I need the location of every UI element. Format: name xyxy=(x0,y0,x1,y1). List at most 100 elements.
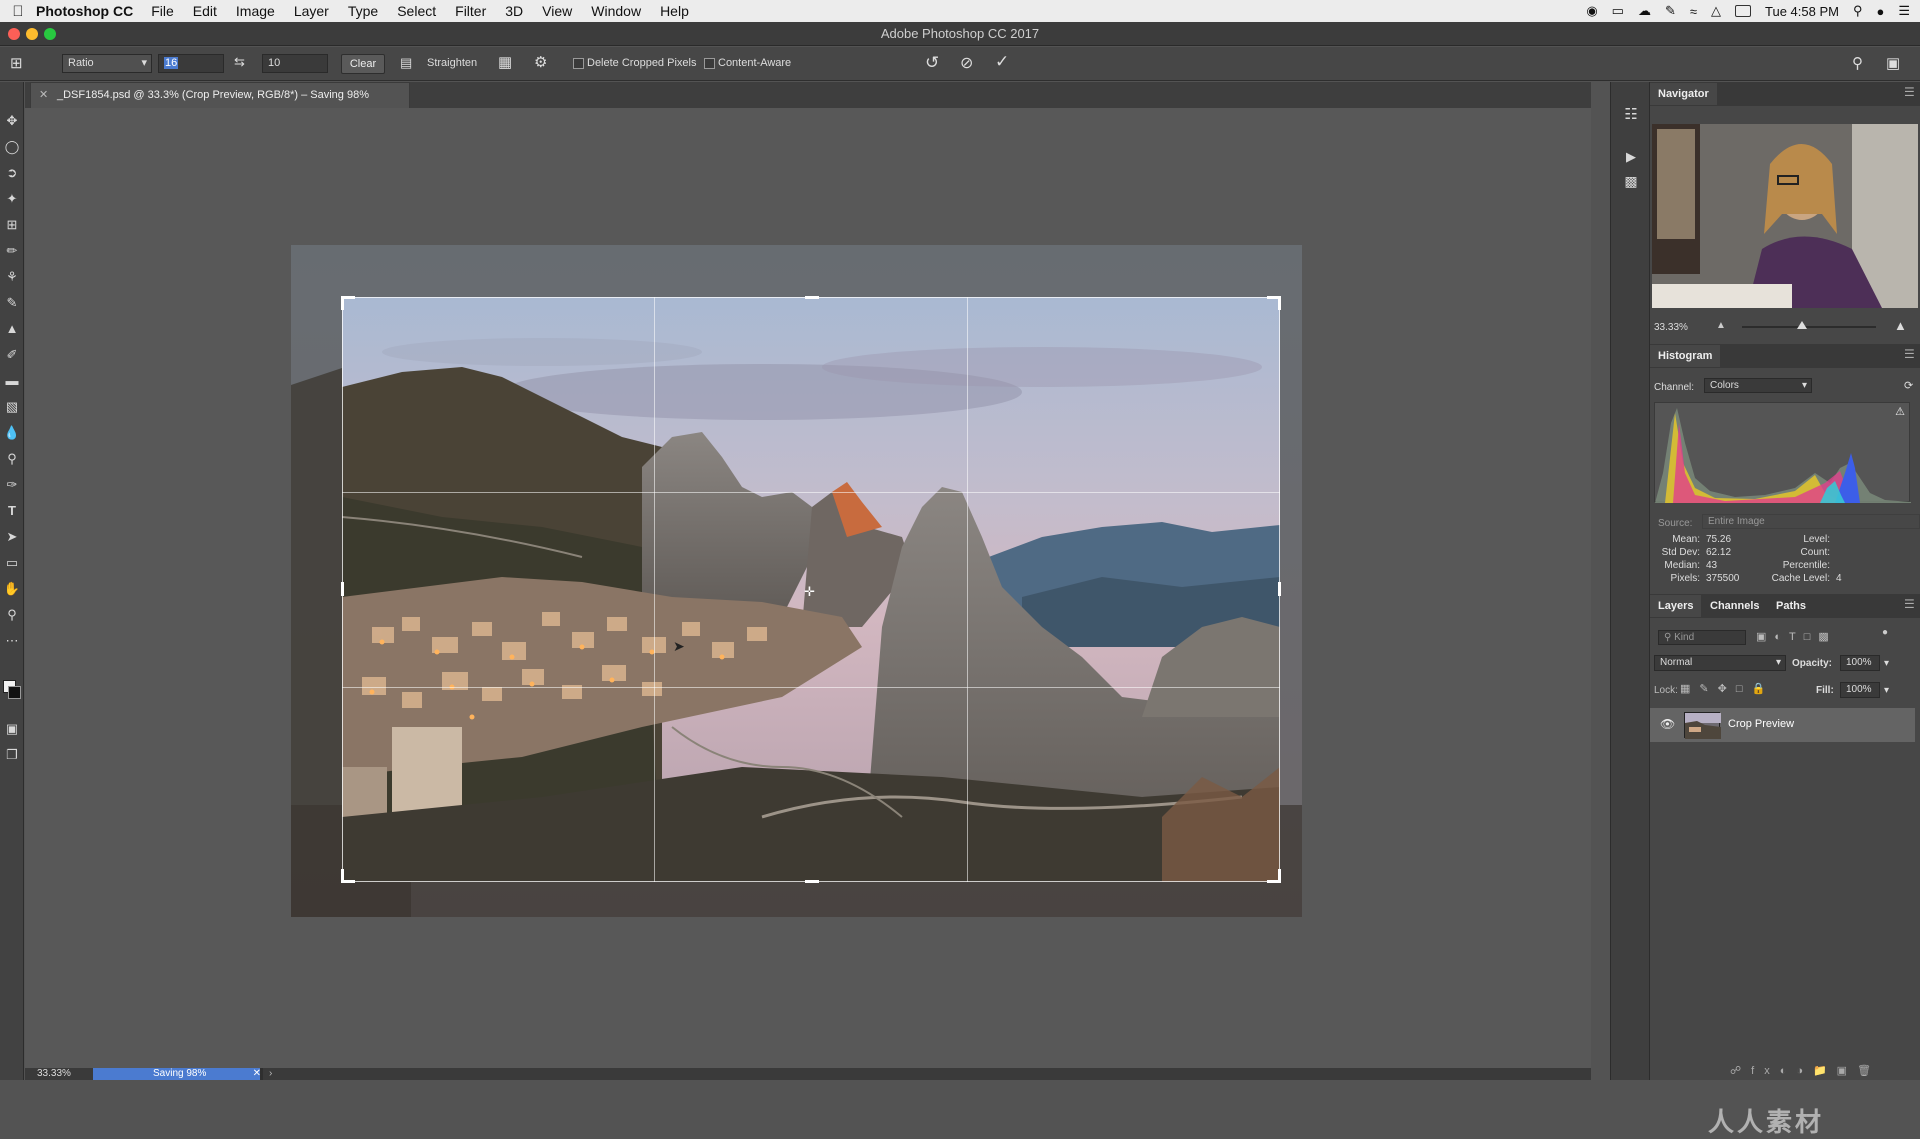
creative-cloud-icon[interactable]: ☁ xyxy=(1638,3,1651,19)
screen-mode-icon[interactable]: ❐ xyxy=(0,744,24,766)
crop-tool-icon[interactable]: ⊞ xyxy=(0,214,24,236)
search-icon[interactable]: ⚲ xyxy=(1852,54,1863,72)
channel-select[interactable]: Colors ▾ xyxy=(1704,378,1812,393)
background-color-swatch[interactable] xyxy=(8,686,21,699)
overlay-grid-icon[interactable]: ▦ xyxy=(498,53,512,71)
status-zoom[interactable]: 33.33% xyxy=(37,1068,71,1079)
status-menu-arrow-icon[interactable]: › xyxy=(269,1068,272,1079)
source-select[interactable]: Entire Image xyxy=(1702,514,1920,529)
display-icon[interactable]: ▭ xyxy=(1612,3,1624,19)
tab-channels[interactable]: Channels xyxy=(1702,595,1768,617)
more-tools-icon[interactable]: ⋯ xyxy=(0,630,24,652)
navigator-preview[interactable] xyxy=(1652,124,1918,308)
wifi-icon[interactable]: ≈ xyxy=(1690,4,1697,19)
eraser-tool-icon[interactable]: ▬ xyxy=(0,370,24,392)
layer-row[interactable]: 👁 Crop Preview xyxy=(1650,708,1915,742)
actions-play-icon[interactable]: ▶ xyxy=(1619,146,1643,168)
menu-image[interactable]: Image xyxy=(236,3,275,19)
commit-crop-icon[interactable]: ✓ xyxy=(995,52,1009,72)
histogram-warning-icon[interactable]: ⚠ xyxy=(1895,405,1905,418)
menu-edit[interactable]: Edit xyxy=(193,3,217,19)
histogram-tab[interactable]: Histogram xyxy=(1650,345,1721,367)
lasso-tool-icon[interactable]: ➲ xyxy=(0,162,24,184)
menu-type[interactable]: Type xyxy=(348,3,378,19)
zoom-tool-icon[interactable]: ⚲ xyxy=(0,604,24,626)
navigator-zoom-knob[interactable] xyxy=(1797,321,1808,329)
height-ratio-input[interactable]: 10 xyxy=(262,54,328,73)
close-document-icon[interactable]: ✕ xyxy=(39,83,48,107)
delete-cropped-pixels-checkbox[interactable] xyxy=(573,58,584,69)
straighten-icon[interactable]: ▤ xyxy=(400,55,412,71)
crop-handle-top[interactable] xyxy=(805,296,819,299)
crop-handle-left[interactable] xyxy=(341,582,344,596)
crop-handle-bottom[interactable] xyxy=(805,880,819,883)
type-tool-icon[interactable]: T xyxy=(0,500,24,522)
app-menu[interactable]: Photoshop CC xyxy=(36,3,133,19)
ratio-select[interactable]: Ratio ▾ xyxy=(62,54,152,73)
blur-tool-icon[interactable]: 💧 xyxy=(0,422,24,444)
magic-wand-tool-icon[interactable]: ✦ xyxy=(0,188,24,210)
content-aware-checkbox[interactable] xyxy=(704,58,715,69)
properties-panel-icon[interactable]: ▩ xyxy=(1619,170,1643,192)
stop-icon[interactable]: ◉ xyxy=(1586,3,1597,19)
refresh-histogram-icon[interactable]: ⟳ xyxy=(1904,379,1913,392)
minimize-window-icon[interactable] xyxy=(26,28,38,40)
navigator-zoom-value[interactable]: 33.33% xyxy=(1654,322,1688,333)
gradient-tool-icon[interactable]: ▧ xyxy=(0,396,24,418)
layer-visibility-eye-icon[interactable]: 👁 xyxy=(1660,717,1675,731)
close-window-icon[interactable] xyxy=(8,28,20,40)
tab-paths[interactable]: Paths xyxy=(1768,595,1814,617)
spotlight-icon[interactable]: ⚲ xyxy=(1853,3,1863,19)
rectangle-tool-icon[interactable]: ▭ xyxy=(0,552,24,574)
zoom-in-icon[interactable]: ▲ xyxy=(1894,318,1907,333)
history-brush-tool-icon[interactable]: ✐ xyxy=(0,344,24,366)
crop-handle-right[interactable] xyxy=(1278,582,1281,596)
menu-select[interactable]: Select xyxy=(397,3,436,19)
workspace-icon[interactable]: ▣ xyxy=(1886,54,1900,72)
layer-name[interactable]: Crop Preview xyxy=(1728,718,1794,730)
tab-layers[interactable]: Layers xyxy=(1650,595,1702,617)
lock-options-icons[interactable]: ▦✎✥□🔒 xyxy=(1680,682,1774,695)
reset-crop-icon[interactable]: ↺ xyxy=(925,53,939,73)
crop-handle-top-right[interactable] xyxy=(1267,296,1281,310)
menu-window[interactable]: Window xyxy=(591,3,641,19)
menu-layer[interactable]: Layer xyxy=(294,3,329,19)
notification-center-icon[interactable]: ☰ xyxy=(1898,3,1910,19)
crop-handle-bottom-left[interactable] xyxy=(341,869,355,883)
menu-file[interactable]: File xyxy=(151,3,174,19)
evernote-icon[interactable]: ✎ xyxy=(1665,3,1676,19)
marquee-tool-icon[interactable]: ◯ xyxy=(0,136,24,158)
zoom-window-icon[interactable] xyxy=(44,28,56,40)
blend-mode-select[interactable]: Normal ▾ xyxy=(1654,655,1786,671)
fill-dropdown-icon[interactable]: ▾ xyxy=(1884,685,1889,696)
width-ratio-input[interactable]: 16 xyxy=(158,54,224,73)
layer-filter-kind[interactable]: ⚲ Kind xyxy=(1658,630,1746,645)
menu-view[interactable]: View xyxy=(542,3,572,19)
zoom-out-icon[interactable]: ▲ xyxy=(1716,320,1726,331)
crop-tool-icon[interactable]: ⊞ xyxy=(10,54,23,72)
histogram-menu-icon[interactable]: ☰ xyxy=(1904,347,1915,361)
crop-settings-gear-icon[interactable]: ⚙ xyxy=(534,53,547,71)
history-panel-icon[interactable]: ☷ xyxy=(1619,104,1643,126)
menu-3d[interactable]: 3D xyxy=(505,3,523,19)
straighten-button[interactable]: Straighten xyxy=(427,57,477,69)
brush-tool-icon[interactable]: ✎ xyxy=(0,292,24,314)
navigator-tab[interactable]: Navigator xyxy=(1650,83,1717,105)
clone-stamp-tool-icon[interactable]: ▲ xyxy=(0,318,24,340)
fill-input[interactable]: 100% xyxy=(1840,682,1880,698)
swap-dimensions-icon[interactable]: ⇆ xyxy=(234,54,245,70)
pen-tool-icon[interactable]: ✑ xyxy=(0,474,24,496)
cancel-crop-icon[interactable]: ⊘ xyxy=(960,53,973,73)
filter-toggle-icon[interactable]: ● xyxy=(1882,627,1888,638)
menu-help[interactable]: Help xyxy=(660,3,689,19)
menu-filter[interactable]: Filter xyxy=(455,3,486,19)
siri-icon[interactable]: ● xyxy=(1876,4,1884,19)
eyedropper-tool-icon[interactable]: ✏ xyxy=(0,240,24,262)
layers-menu-icon[interactable]: ☰ xyxy=(1904,597,1915,611)
crop-handle-bottom-right[interactable] xyxy=(1267,869,1281,883)
document-tab[interactable]: ✕ _DSF1854.psd @ 33.3% (Crop Preview, RG… xyxy=(30,82,410,108)
clear-button[interactable]: Clear xyxy=(341,54,385,74)
crop-handle-top-left[interactable] xyxy=(341,296,355,310)
navigator-zoom-slider[interactable] xyxy=(1742,321,1876,329)
battery-icon[interactable] xyxy=(1735,5,1751,17)
